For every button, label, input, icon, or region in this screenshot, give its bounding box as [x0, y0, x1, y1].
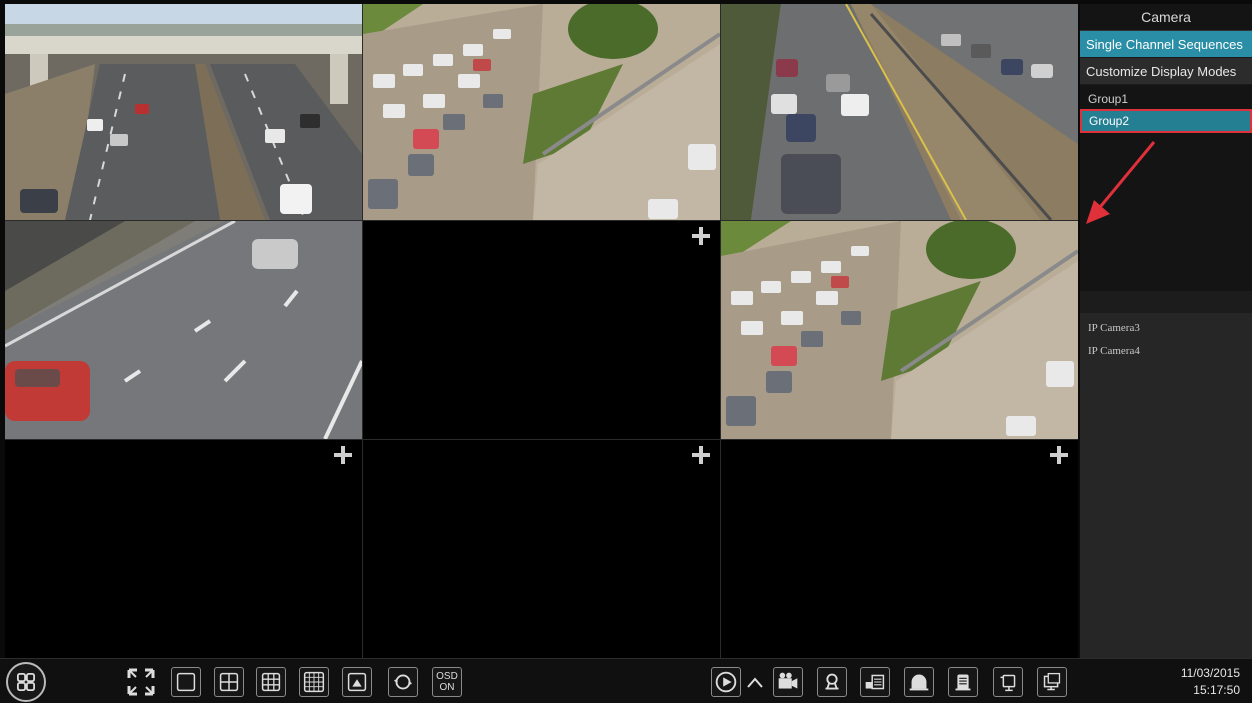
- camera-tile-3[interactable]: [721, 4, 1078, 220]
- sequence-icon[interactable]: [388, 667, 418, 697]
- layout-9-icon[interactable]: [256, 667, 286, 697]
- camera-feed-image: [721, 4, 1078, 220]
- plus-icon[interactable]: [692, 446, 710, 464]
- network-icon[interactable]: [993, 667, 1023, 697]
- camera-tile-8-empty[interactable]: [363, 440, 720, 658]
- group-list: Group1 Group2: [1080, 85, 1252, 291]
- display-settings-icon[interactable]: [1037, 667, 1067, 697]
- record-icon[interactable]: [773, 667, 803, 697]
- camera-tile-4[interactable]: [5, 221, 362, 439]
- record-status-icon[interactable]: [948, 667, 978, 697]
- camera-list: IP Camera3 IP Camera4: [1080, 313, 1252, 658]
- layout-16-icon[interactable]: [299, 667, 329, 697]
- date-time-display: 11/03/2015 15:17:50: [1181, 665, 1240, 699]
- camera-tile-6-selected[interactable]: [721, 221, 1078, 439]
- camera-tile-1[interactable]: [5, 4, 362, 220]
- osd-toggle-button[interactable]: OSD ON: [432, 667, 462, 697]
- camera-list-item[interactable]: IP Camera4: [1080, 340, 1252, 363]
- bottom-toolbar: OSD ON 11/03/2015 15:17:50: [0, 658, 1252, 703]
- customize-display-modes-button[interactable]: Customize Display Modes: [1080, 58, 1252, 85]
- single-channel-sequences-button[interactable]: Single Channel Sequences: [1080, 31, 1252, 58]
- snapshot-icon[interactable]: [860, 667, 890, 697]
- expand-up-icon[interactable]: [745, 675, 765, 691]
- camera-tile-9-empty[interactable]: [721, 440, 1078, 658]
- group-item-group2[interactable]: Group2: [1080, 109, 1252, 133]
- camera-feed-image: [5, 4, 362, 220]
- start-menu-icon[interactable]: [6, 662, 46, 702]
- fullscreen-icon[interactable]: [126, 667, 156, 697]
- camera-tile-7-empty[interactable]: [5, 440, 362, 658]
- camera-tile-5-empty[interactable]: [363, 221, 720, 439]
- camera-feed-image: [721, 221, 1078, 439]
- plus-icon[interactable]: [692, 227, 710, 245]
- layout-4-icon[interactable]: [214, 667, 244, 697]
- camera-feed-image: [363, 4, 720, 220]
- sidebar-title: Camera: [1080, 4, 1252, 31]
- camera-sidebar: Camera Single Channel Sequences Customiz…: [1080, 4, 1252, 658]
- group-item-group1[interactable]: Group1: [1080, 88, 1252, 110]
- layout-1-icon[interactable]: [171, 667, 201, 697]
- custom-layout-icon[interactable]: [342, 667, 372, 697]
- manual-alarm-icon[interactable]: [817, 667, 847, 697]
- time-text: 15:17:50: [1193, 683, 1240, 697]
- plus-icon[interactable]: [1050, 446, 1068, 464]
- camera-list-item[interactable]: IP Camera3: [1080, 317, 1252, 340]
- camera-tile-2[interactable]: [363, 4, 720, 220]
- disarm-icon[interactable]: [904, 667, 934, 697]
- plus-icon[interactable]: [334, 446, 352, 464]
- playback-icon[interactable]: [711, 667, 741, 697]
- date-text: 11/03/2015: [1180, 666, 1240, 680]
- camera-feed-image: [5, 221, 362, 439]
- camera-grid: [5, 4, 1078, 658]
- osd-label: OSD ON: [436, 671, 458, 693]
